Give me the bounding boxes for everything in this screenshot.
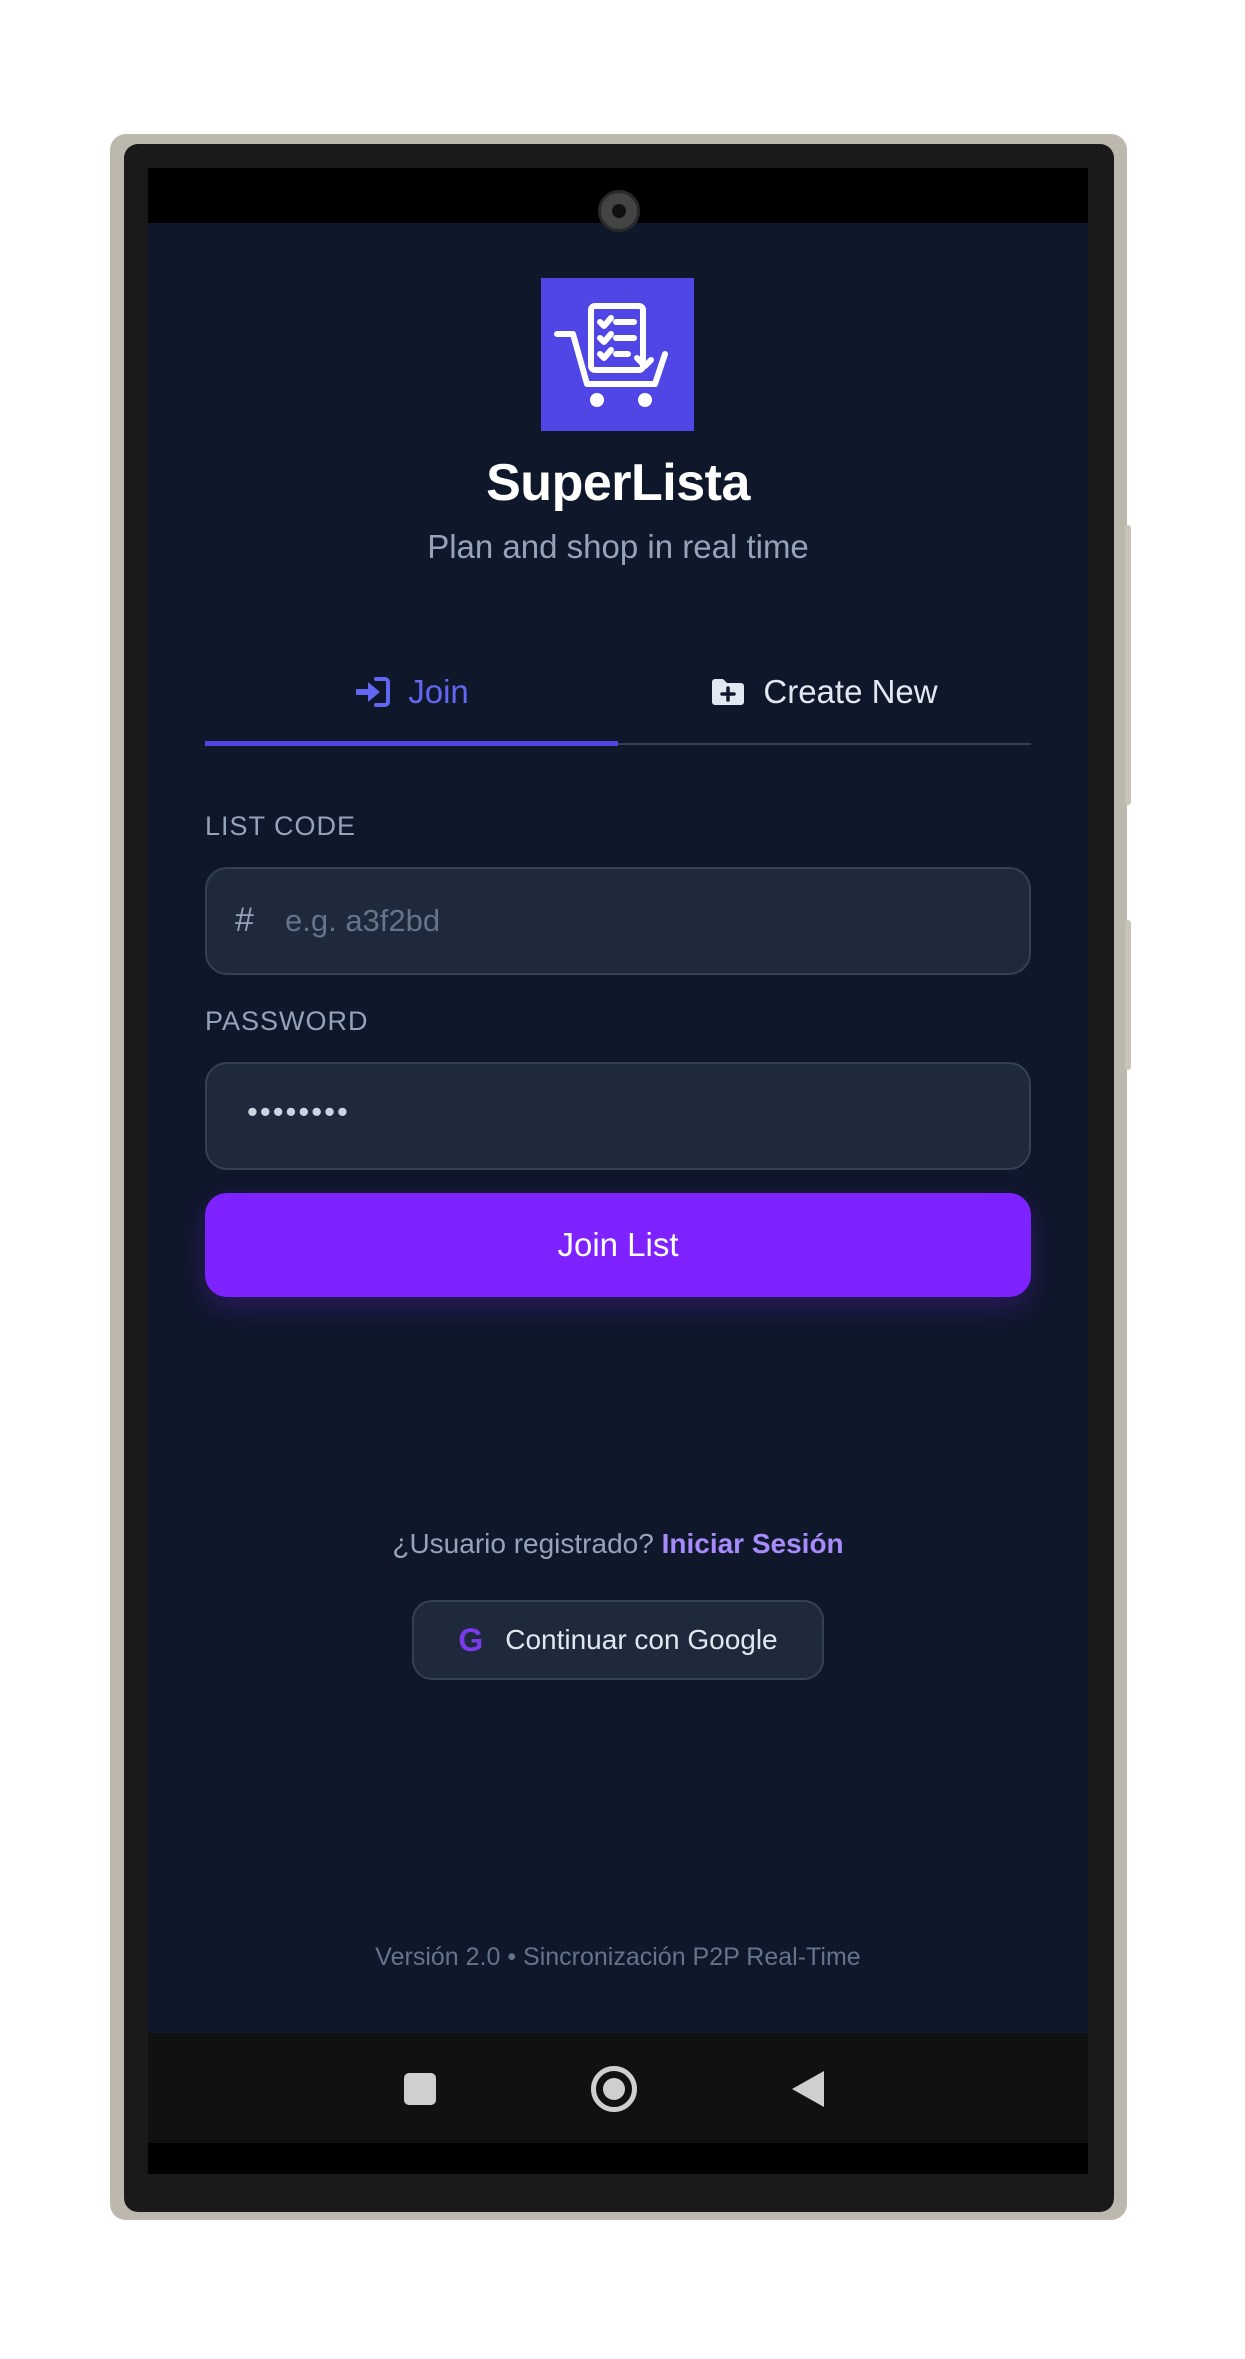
system-nav-bar (148, 2033, 1088, 2143)
google-signin-button[interactable]: G Continuar con Google (412, 1600, 824, 1680)
tab-create-new[interactable]: Create New (618, 643, 1031, 741)
list-code-label: LIST CODE (205, 811, 357, 841)
password-value: •••••••• (247, 1094, 350, 1129)
tab-join[interactable]: Join (205, 643, 618, 741)
tab-join-label: Join (408, 673, 469, 710)
mode-tabs: Join Create New (205, 643, 1031, 746)
power-button (1125, 920, 1131, 1070)
google-icon: G (458, 1621, 484, 1658)
hash-icon: # (235, 901, 254, 939)
app-logo (541, 278, 694, 431)
screen: SuperLista Plan and shop in real time Jo… (148, 168, 1088, 2174)
registered-prompt-text: ¿Usuario registrado? (392, 1528, 654, 1559)
recents-icon[interactable] (404, 2073, 436, 2105)
login-prompt: ¿Usuario registrado? Iniciar Sesión (148, 1528, 1088, 1560)
password-label: PASSWORD (205, 1006, 369, 1036)
google-button-label: Continuar con Google (505, 1624, 778, 1655)
folder-plus-icon (712, 679, 745, 705)
home-icon[interactable] (591, 2066, 637, 2112)
active-tab-indicator (205, 741, 618, 746)
login-link[interactable]: Iniciar Sesión (662, 1528, 844, 1559)
front-camera (598, 190, 640, 232)
password-input[interactable]: •••••••• (205, 1062, 1031, 1170)
list-code-input[interactable]: # e.g. a3f2bd (205, 867, 1031, 975)
tab-create-label: Create New (763, 673, 938, 710)
sign-in-icon (356, 677, 391, 707)
list-code-placeholder: e.g. a3f2bd (285, 903, 441, 938)
shopping-cart-checklist-icon (554, 303, 668, 407)
version-footer: Versión 2.0 • Sincronización P2P Real-Ti… (375, 1943, 861, 1971)
app-subtitle: Plan and shop in real time (427, 528, 809, 565)
app-screen: SuperLista Plan and shop in real time Jo… (148, 223, 1088, 2033)
back-icon[interactable] (790, 2069, 826, 2114)
volume-button (1125, 525, 1131, 805)
app-title: SuperLista (486, 454, 750, 512)
join-list-button[interactable]: Join List (205, 1193, 1031, 1297)
